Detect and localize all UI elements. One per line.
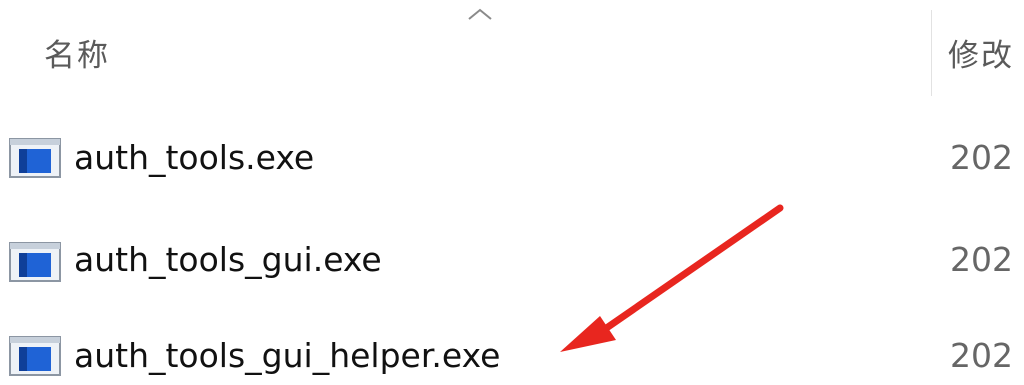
file-row[interactable]: auth_tools_gui_helper.exe 202 [0,322,1024,385]
file-date: 202 [950,138,1013,177]
file-name[interactable]: auth_tools.exe [74,138,314,177]
exe-file-icon [9,336,61,376]
file-name[interactable]: auth_tools_gui.exe [74,240,382,279]
column-header-modified[interactable]: 修改 [948,30,1014,75]
file-row[interactable]: auth_tools.exe 202 [0,124,1024,194]
file-date: 202 [950,336,1013,375]
chevron-up-icon[interactable] [466,6,494,22]
file-row[interactable]: auth_tools_gui.exe 202 [0,228,1024,298]
file-explorer-view: 名称 修改 auth_tools.exe 202 auth_tools_gui.… [0,0,1024,385]
file-name[interactable]: auth_tools_gui_helper.exe [74,336,500,375]
column-header-name[interactable]: 名称 [44,30,110,75]
exe-file-icon [9,242,61,282]
exe-file-icon [9,138,61,178]
file-date: 202 [950,240,1013,279]
column-header-row: 名称 修改 [0,0,1024,120]
column-divider[interactable] [931,10,932,96]
